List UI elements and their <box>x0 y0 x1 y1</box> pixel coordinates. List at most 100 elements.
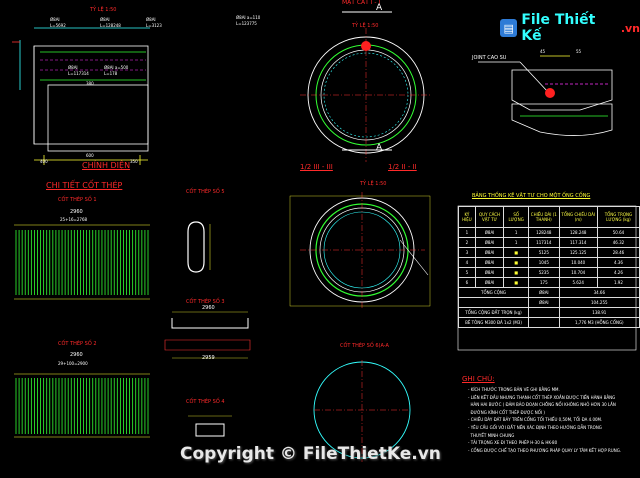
dim-25: 25+16=2768 <box>60 217 88 222</box>
bom-cell: 1 <box>458 227 476 238</box>
pipe-elevation <box>12 27 150 165</box>
bom-cell: 4 <box>458 257 476 268</box>
bom-header-cell: SỐ LƯỢNG <box>503 206 530 228</box>
bom-cell: 6 <box>458 277 476 288</box>
joint-label: JOINT CAO SU <box>472 55 507 61</box>
folder-icon: ▤ <box>500 19 518 37</box>
bom-total-row: TỔNG CỘNG Ø8AI 34.66 <box>457 287 640 298</box>
logo-suffix: .vn <box>620 21 640 35</box>
bom-total-row: TỔNG CỘNG ĐẤT TRỌN (kg) 138.91 <box>457 307 640 318</box>
bom-cell: 28.46 <box>596 247 640 258</box>
bom-cell: Ø8AI <box>474 247 505 258</box>
label-l1: Ø8AI <box>50 17 60 22</box>
label-l10: L=178 <box>104 71 118 76</box>
rebar-cage-2 <box>15 378 149 434</box>
rebar-4-shape <box>188 415 232 437</box>
bom-cell: 4.36 <box>596 257 640 268</box>
dim-400: 400 <box>40 159 48 164</box>
bom-cell: 125.125 <box>558 247 598 258</box>
dim-600: 600 <box>86 153 94 158</box>
bom-cell: Ø8AI <box>474 257 505 268</box>
bom-total-cell: 104.255 <box>558 297 640 308</box>
note-line: - YÊU CẦU GỐI VỚI ĐẤT NỀN XÁC ĐỊNH THEO … <box>468 424 602 430</box>
bom-cell: ■ <box>503 247 530 258</box>
bom-cell: Ø8AI <box>474 267 505 278</box>
bom-cell: 1 <box>503 227 530 238</box>
note-line: - CHIỀU DÀY ĐÁT BẢY TRÊN CỐNG TỐI THIẾU … <box>468 417 603 423</box>
dim-380: 380 <box>86 81 94 86</box>
bom-cell: 5 <box>458 267 476 278</box>
rebar3-dim-b: 2959 <box>202 355 215 361</box>
bom-cell: ■ <box>503 277 530 288</box>
chi-tiet-title: CHI TIẾT CỐT THÉP <box>46 181 123 190</box>
bom-cell: 117.314 <box>558 237 598 248</box>
bom-total-cell: Ø8AI <box>528 287 560 298</box>
section-top-title: MẶT CẮT I - I <box>342 0 381 6</box>
bom-cell: 4.26 <box>596 267 640 278</box>
rebar-4-title: CỐT THÉP SỐ 4 <box>186 399 225 405</box>
bom-row: 6 Ø8AI ■ 175 5.624 1.92 <box>458 277 640 288</box>
section-i-i <box>300 11 432 162</box>
bom-header-cell: KÝ HIỆU <box>458 206 476 228</box>
bom-title: BẢNG THỐNG KÊ VẬT TƯ CHO MỘT ỐNG CỐNG <box>472 193 591 199</box>
section-a-top: A <box>376 3 383 13</box>
half-section-2: 1/2 II - II <box>388 163 417 171</box>
cage2-dim: 2960 <box>70 352 83 358</box>
bom-header-cell: TỔNG TRỌNG LƯỢNG (kg) <box>596 206 640 228</box>
bom-row: 3 Ø8AI ■ 5125 125.125 28.46 <box>458 247 640 258</box>
section-a-bottom: A <box>376 143 383 153</box>
drawing-canvas: { "logo": { "brand": "File Thiết Kế", "s… <box>0 0 640 478</box>
bom-cell: 46.32 <box>596 237 640 248</box>
bom-total-cell <box>457 297 530 308</box>
dim-350: 350 <box>130 159 138 164</box>
bom-cell: ■ <box>503 267 530 278</box>
copyright-watermark: Copyright © FileThietKe.vn <box>180 444 441 464</box>
bom-total-row: BÊ TÔNG M300 ĐÁ 1x2 (M3) 1,776 M3 (HỖNG C… <box>457 317 640 328</box>
bom-body: 1 Ø8AI 1 128248 128.248 50.64 2 Ø8AI 1 117314 117.… <box>457 227 640 328</box>
bom-total-cell <box>528 307 560 318</box>
bom-cell: Ø8AI <box>474 237 505 248</box>
bom-total-cell: TỔNG CỘNG <box>457 287 530 298</box>
dim-29: 29+100=2900 <box>58 361 88 366</box>
section-top-scale: TỶ LỆ 1:50 <box>352 23 379 29</box>
bom-row: 2 Ø8AI 1 117314 117.314 46.32 <box>458 237 640 248</box>
note-line: THUYẾT MINH CHUNG <box>468 432 515 438</box>
bom-cell: 128248 <box>528 227 560 238</box>
logo-brand: File Thiết Kế <box>521 12 596 44</box>
label-l5: Ø8AI <box>146 17 156 22</box>
bom-table: KÝ HIỆU QUY CÁCH VẬT TƯ SỐ LƯỢNG CHIỀU DÀI … <box>457 206 640 328</box>
bom-cell: 5235 <box>528 267 560 278</box>
joint-marker <box>545 88 555 98</box>
note-line: - CỐNG ĐƯỢC CHẾ TẠO THEO PHƯƠNG PHÁP QUA… <box>468 447 622 453</box>
bom-cell: 1 <box>503 237 530 248</box>
bom-total-cell: TỔNG CỘNG ĐẤT TRỌN (kg) <box>457 307 530 318</box>
rebar-5-title: CỐT THÉP SỐ 5 <box>186 189 225 195</box>
note-line: - TẢI TRỌNG XE ĐI THEO PHÉP H-30 & HK-80 <box>468 440 558 446</box>
bom-row: 4 Ø8AI ■ 1045 10.040 4.36 <box>458 257 640 268</box>
rebar3-dim: 2960 <box>202 305 215 311</box>
dim-45: 45 <box>540 49 546 54</box>
bom-row: 5 Ø8AI ■ 5235 10.704 4.26 <box>458 267 640 278</box>
filethietke-logo[interactable]: ▤ File Thiết Kế .vn <box>500 12 640 44</box>
rebar-3-shape <box>164 311 251 359</box>
bom-cell: 2 <box>458 237 476 248</box>
dim-55: 55 <box>576 49 582 54</box>
chinh-dien-title: CHÍNH DIỆN <box>82 161 131 170</box>
rebar-1-title: CỐT THÉP SỐ 1 <box>58 197 97 203</box>
bom-header-cell: TỔNG CHIỀU DÀI (m) <box>558 206 598 228</box>
elevation-scale: TỶ LỆ 1:50 <box>90 7 117 13</box>
note-line: - KÍCH THƯỚC TRONG BẢN VẼ GHI BẰNG MM. <box>468 387 560 392</box>
bom-cell: 3 <box>458 247 476 258</box>
label-l6: L=3123 <box>146 23 162 28</box>
label-l12: L=123775 <box>236 21 257 26</box>
bom-cell: Ø8AI <box>474 227 505 238</box>
note-line: - LIÊN KẾT ĐẦU NHƯNG THANH CỐT THÉP XOẮN… <box>468 394 616 400</box>
bom-cell: Ø8AI <box>474 277 505 288</box>
label-l2: L=5692 <box>50 23 66 28</box>
elevation-rebar-dashes <box>40 59 146 71</box>
bom-header-cell: CHIỀU DÀI (1 THANH) <box>528 206 560 228</box>
bom-total-row: Ø8AI 104.255 <box>457 297 640 308</box>
bom-cell: 5125 <box>528 247 560 258</box>
cage1-dim: 2960 <box>70 209 83 215</box>
rebar-6-title: CỐT THÉP SỐ 6(A-A <box>340 343 389 349</box>
